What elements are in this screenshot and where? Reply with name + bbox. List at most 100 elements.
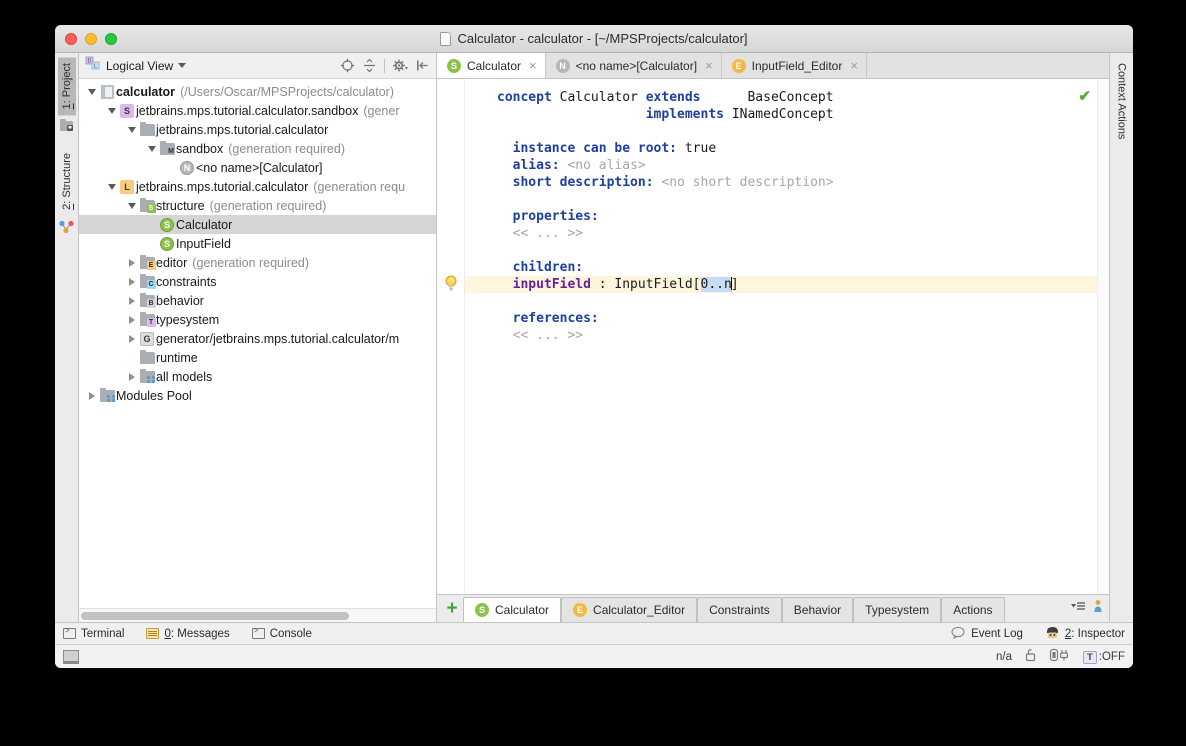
- close-tab-icon[interactable]: ×: [529, 59, 537, 72]
- tree-row[interactable]: jetbrains.mps.tutorial.calculator: [79, 120, 436, 139]
- code-line[interactable]: [465, 123, 1097, 140]
- lock-icon[interactable]: [1024, 648, 1037, 665]
- project-tree-hscrollbar[interactable]: [79, 608, 436, 622]
- rail-item-structure[interactable]: 2: Structure: [58, 147, 76, 216]
- chevron-down-icon[interactable]: [105, 177, 118, 196]
- status-console-button[interactable]: Console: [251, 626, 312, 640]
- chevron-down-icon: [178, 63, 187, 68]
- intention-bulb-icon[interactable]: [444, 275, 458, 291]
- code-token: extends: [645, 90, 701, 105]
- project-panel-toolbar: [337, 56, 432, 76]
- tree-row[interactable]: Sstructure (generation required): [79, 196, 436, 215]
- code-editor-content[interactable]: concept Calculator extends BaseConcept i…: [465, 79, 1097, 594]
- toggle-indicator[interactable]: T:OFF: [1082, 650, 1125, 664]
- code-token: INamedConcept: [724, 107, 834, 122]
- chevron-down-icon[interactable]: [145, 139, 158, 158]
- tab-list-dropdown-icon[interactable]: [1070, 599, 1090, 618]
- logical-view-selector[interactable]: Logical View: [106, 59, 187, 73]
- tab-settings-icon[interactable]: [1093, 599, 1103, 618]
- chevron-right-icon[interactable]: [125, 272, 138, 291]
- editor-vscrollbar[interactable]: [1097, 79, 1109, 594]
- tree-row[interactable]: Msandbox (generation required): [79, 139, 436, 158]
- chevron-down-icon[interactable]: [125, 120, 138, 139]
- tree-row[interactable]: Sjetbrains.mps.tutorial.calculator.sandb…: [79, 101, 436, 120]
- editor-tab[interactable]: E InputField_Editor ×: [722, 53, 867, 78]
- tree-row[interactable]: Ggenerator/jetbrains.mps.tutorial.calcul…: [79, 329, 436, 348]
- status-inspector-button[interactable]: 2: Inspector: [1045, 626, 1125, 642]
- window-preview-icon[interactable]: [63, 649, 79, 664]
- tree-row[interactable]: calculator (/Users/Oscar/MPSProjects/calc…: [79, 82, 436, 101]
- aspect-tab[interactable]: E Calculator_Editor: [561, 597, 698, 622]
- code-line[interactable]: short description: <no short description…: [465, 174, 1097, 191]
- aspect-tab-s-icon: S: [475, 603, 489, 617]
- tree-row-label: Calculator: [176, 217, 233, 232]
- chevron-right-icon[interactable]: [125, 367, 138, 386]
- tree-row[interactable]: Ljetbrains.mps.tutorial.calculator (gener…: [79, 177, 436, 196]
- chevron-down-icon[interactable]: [105, 101, 118, 120]
- aspect-tab[interactable]: S Calculator: [463, 597, 562, 622]
- chevron-right-icon[interactable]: [85, 386, 98, 405]
- caret-position-label: n/a: [995, 650, 1012, 663]
- status-messages-button[interactable]: 0: Messages: [146, 628, 230, 640]
- aspect-tab[interactable]: Typesystem: [853, 597, 942, 622]
- aspect-tab[interactable]: Actions: [941, 597, 1005, 622]
- code-line[interactable]: children:: [465, 259, 1097, 276]
- code-line[interactable]: inputField : InputField[0..n]: [465, 276, 1097, 293]
- aspect-tab-label: Calculator_Editor: [593, 603, 686, 617]
- chevron-down-icon[interactable]: [85, 82, 98, 101]
- code-line[interactable]: concept Calculator extends BaseConcept: [465, 89, 1097, 106]
- chevron-right-icon[interactable]: [125, 253, 138, 272]
- maximize-window-button[interactable]: [105, 32, 117, 45]
- plug-icon[interactable]: [1049, 648, 1071, 665]
- code-line[interactable]: [465, 242, 1097, 259]
- code-line[interactable]: references:: [465, 310, 1097, 327]
- code-line[interactable]: implements INamedConcept: [465, 106, 1097, 123]
- code-line[interactable]: << ... >>: [465, 225, 1097, 242]
- tree-row[interactable]: Eeditor (generation required): [79, 253, 436, 272]
- editor-tab[interactable]: S Calculator ×: [437, 53, 546, 78]
- code-line[interactable]: [465, 191, 1097, 208]
- tree-row[interactable]: S InputField: [79, 234, 436, 253]
- close-tab-icon[interactable]: ×: [705, 59, 713, 72]
- code-line[interactable]: instance can be root: true: [465, 140, 1097, 157]
- tree-row[interactable]: runtime: [79, 348, 436, 367]
- modules-icon: [138, 368, 156, 383]
- tree-row[interactable]: all models: [79, 367, 436, 386]
- aspect-tab[interactable]: Constraints: [697, 597, 782, 622]
- hide-panel-icon[interactable]: [412, 56, 432, 76]
- minimize-window-button[interactable]: [85, 32, 97, 45]
- collapse-all-icon[interactable]: [359, 56, 379, 76]
- chevron-down-icon[interactable]: [125, 196, 138, 215]
- tree-row[interactable]: Modules Pool: [79, 386, 436, 405]
- rail-item-context-actions[interactable]: Context Actions: [1113, 59, 1131, 143]
- locate-icon[interactable]: [337, 56, 357, 76]
- tree-row[interactable]: S Calculator: [79, 215, 436, 234]
- close-tab-icon[interactable]: ×: [850, 59, 858, 72]
- hscrollbar-thumb[interactable]: [81, 611, 350, 620]
- code-token: true: [677, 141, 717, 156]
- code-line[interactable]: << ... >>: [465, 327, 1097, 344]
- code-line[interactable]: [465, 293, 1097, 310]
- chevron-right-icon[interactable]: [125, 291, 138, 310]
- settings-gear-icon[interactable]: [390, 56, 410, 76]
- tree-row-label: typesystem: [156, 312, 220, 327]
- editor-tab-label: <no name>[Calculator]: [575, 58, 698, 73]
- editor-tab[interactable]: N <no name>[Calculator] ×: [546, 53, 722, 78]
- close-window-button[interactable]: [65, 32, 77, 45]
- add-aspect-button[interactable]: +: [441, 595, 463, 622]
- rail-item-project[interactable]: 1: Project: [57, 57, 76, 116]
- status-terminal-button[interactable]: Terminal: [63, 626, 124, 640]
- tree-row-label: calculator: [116, 84, 176, 99]
- project-tree[interactable]: calculator (/Users/Oscar/MPSProjects/calc…: [79, 79, 436, 608]
- tree-row[interactable]: Ttypesystem: [79, 310, 436, 329]
- tree-row[interactable]: N <no name>[Calculator]: [79, 158, 436, 177]
- aspect-tab[interactable]: Behavior: [781, 597, 854, 622]
- chevron-right-icon[interactable]: [125, 310, 138, 329]
- code-line[interactable]: alias: <no alias>: [465, 157, 1097, 174]
- tree-row[interactable]: Bbehavior: [79, 291, 436, 310]
- tree-row[interactable]: Cconstraints: [79, 272, 436, 291]
- chevron-right-icon[interactable]: [125, 329, 138, 348]
- status-event-log-button[interactable]: Event Log: [951, 626, 1023, 642]
- code-line[interactable]: properties:: [465, 208, 1097, 225]
- svg-text:D: D: [88, 58, 92, 64]
